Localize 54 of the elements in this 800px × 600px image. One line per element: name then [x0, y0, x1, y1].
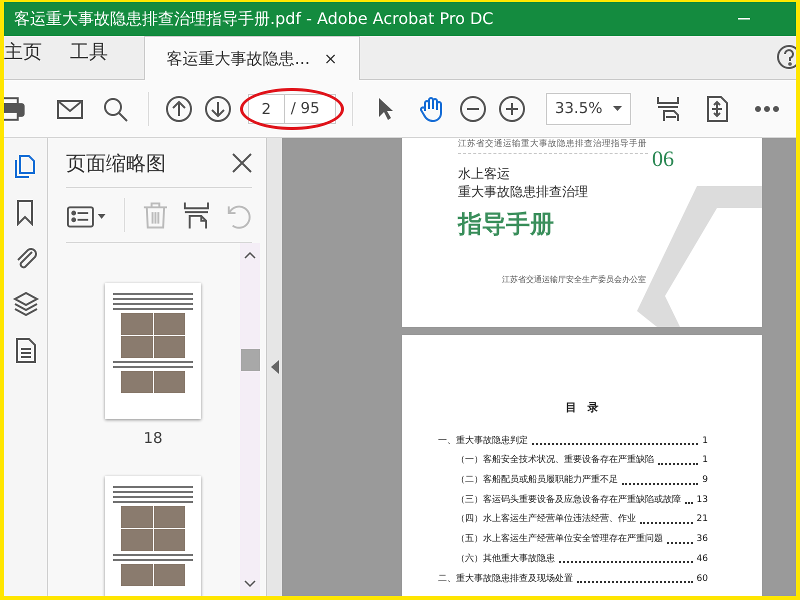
help-icon[interactable]	[774, 44, 796, 70]
toc-entry[interactable]: 二、重大事故隐患排查及现场处置	[438, 572, 573, 586]
panel-title: 页面缩略图	[66, 150, 166, 176]
document-title: 指导手册	[458, 209, 555, 240]
collapse-arrow-icon[interactable]	[270, 360, 278, 374]
print-icon[interactable]	[4, 94, 26, 122]
toc-entry[interactable]: （四）水上客运生产经营单位违法经营、作业	[456, 513, 636, 527]
toc-entry[interactable]: 一、重大事故隐患判定	[438, 434, 528, 448]
running-header: 江苏省交通运输重大事故隐患排查治理指导手册	[458, 138, 648, 154]
page-number-field[interactable]: 2	[248, 94, 285, 124]
toc-entry[interactable]: （五）水上客运生产经营单位安全管理存在严重问题	[456, 533, 663, 547]
tab-label: 客运重大事故隐患...	[166, 48, 310, 70]
insert-page-icon[interactable]	[182, 200, 212, 230]
scrollbar-thumb[interactable]	[240, 348, 260, 370]
chapter-number: 06	[652, 145, 674, 173]
toc-title: 目 录	[564, 400, 600, 416]
document-tab[interactable]: 客运重大事故隐患... ×	[144, 36, 360, 80]
subtitle: 重大事故隐患排查治理	[458, 184, 589, 202]
toc-page-number: 60	[696, 572, 708, 586]
toc-page-number: 1	[702, 454, 708, 468]
nav-tab[interactable]: 工具	[70, 35, 122, 79]
subtitle: 水上客运	[458, 166, 511, 184]
page-number-label: 18	[143, 428, 163, 449]
nav-tab[interactable]: 主页	[4, 35, 56, 79]
toc-page-number: 46	[696, 552, 708, 566]
page-thumbnail[interactable]	[105, 283, 201, 419]
leader-line	[640, 522, 693, 524]
toc-page-number: 1	[702, 434, 708, 448]
issuer-text: 江苏省交通运输厅安全生产委员会办公室	[502, 274, 647, 286]
toc-entry[interactable]: （二）客船配员或船员履职能力严重不足	[456, 474, 618, 488]
zoom-dropdown[interactable]: 33.5%	[546, 92, 631, 124]
window-title: 客运重大事故隐患排查治理指导手册.pdf - Adobe Acrobat Pro DC	[14, 8, 494, 30]
scroll-up-icon[interactable]	[244, 251, 256, 259]
scroll-down-icon[interactable]	[244, 580, 256, 588]
zoom-in-icon[interactable]	[498, 94, 526, 122]
leader-line	[685, 502, 693, 504]
caret-icon	[612, 106, 622, 111]
scrollbar[interactable]	[240, 243, 260, 596]
minimize-icon[interactable]	[738, 18, 750, 20]
page-count: / 95	[284, 94, 336, 124]
layers-icon[interactable]	[12, 290, 40, 318]
toc-page-number: 13	[696, 494, 708, 507]
page-thumbnail[interactable]	[105, 476, 201, 596]
close-icon[interactable]	[232, 152, 252, 172]
leader-line	[658, 462, 698, 465]
zoom-out-icon[interactable]	[458, 94, 487, 122]
toc-entry[interactable]: （一）客船安全技术状况、重要设备存在严重缺陷	[456, 454, 654, 468]
toc-page-number: 21	[696, 513, 708, 526]
toc-page-number: 9	[702, 474, 708, 488]
toc-entry[interactable]: （三）客运码头重要设备及应急设备存在严重缺陷或故障	[456, 494, 681, 508]
toc-page-number: 36	[696, 533, 708, 546]
tab-close-button[interactable]: ×	[324, 46, 338, 70]
toc-entry[interactable]: （六）其他重大事故隐患	[456, 552, 555, 566]
leader-line	[667, 542, 693, 544]
